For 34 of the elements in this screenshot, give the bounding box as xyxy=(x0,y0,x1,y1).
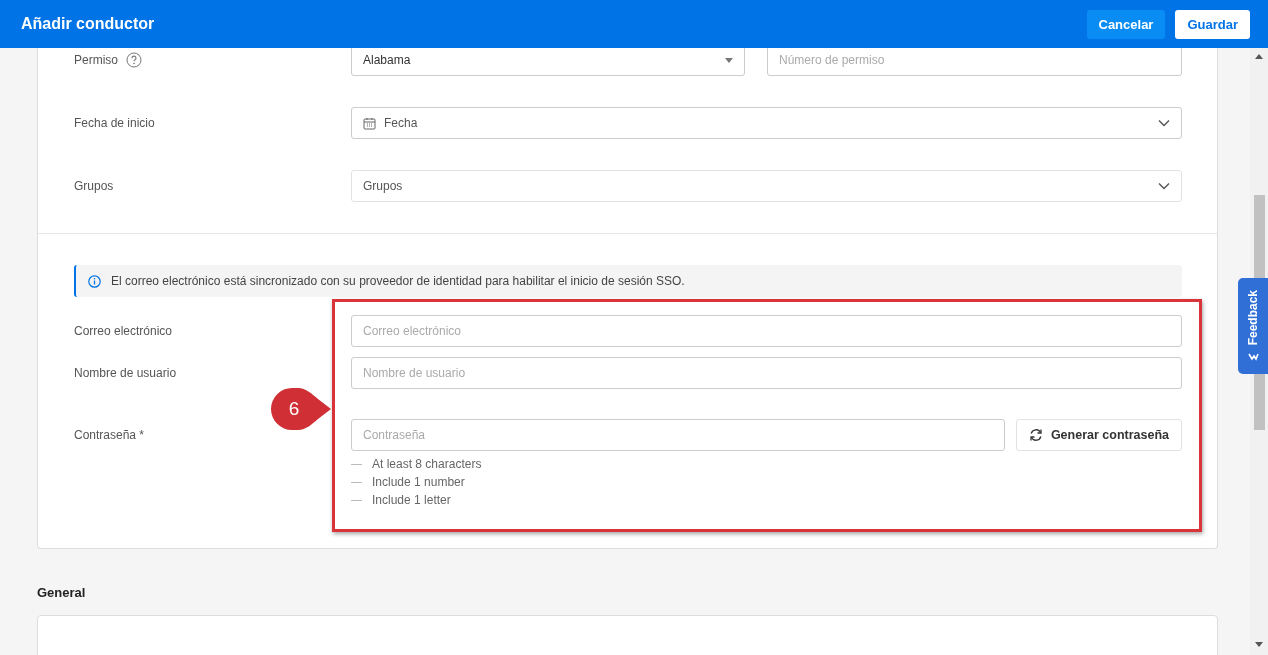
chevron-down-icon xyxy=(1158,182,1170,190)
info-icon xyxy=(88,274,101,288)
info-text: El correo electrónico está sincronizado con su proveedor de identidad para habilitar el inicio de sesión SSO. xyxy=(111,274,685,288)
section-title: General xyxy=(37,585,87,600)
scroll-down-icon[interactable] xyxy=(1255,642,1263,647)
date-picker[interactable]: Fecha xyxy=(351,107,1182,139)
field-label: Contraseña * xyxy=(74,427,146,444)
save-button[interactable]: Guardar xyxy=(1175,9,1250,39)
refresh-icon xyxy=(1028,428,1043,442)
field-label: Grupos xyxy=(74,179,114,193)
feedback-tab[interactable]: Feedback xyxy=(1238,278,1268,374)
password-field[interactable]: Contraseña xyxy=(351,419,1005,451)
help-icon[interactable] xyxy=(126,52,142,68)
scroll-up-icon[interactable] xyxy=(1255,54,1263,59)
license-number-field[interactable]: Número de permiso xyxy=(767,48,1182,76)
text-field[interactable]: Nombre de usuario xyxy=(351,357,1182,389)
field-label: Correo electrónico xyxy=(74,323,174,340)
calendar-icon xyxy=(363,116,376,130)
text-field[interactable]: Correo electrónico xyxy=(351,315,1182,347)
field-label: Permiso xyxy=(74,53,118,67)
state-select[interactable]: Alabama xyxy=(351,48,745,76)
scrollbar-thumb[interactable] xyxy=(1254,195,1265,278)
dialog-title: Añadir conductor xyxy=(21,15,156,33)
chevron-down-icon xyxy=(1158,119,1170,127)
callout-badge: 6 xyxy=(270,387,332,431)
scrollbar-thumb[interactable] xyxy=(1254,374,1265,430)
field-label: Fecha de inicio xyxy=(74,116,155,130)
generate-password-button[interactable]: Generar contraseña xyxy=(1015,419,1182,451)
password-requirement: Include 1 letter xyxy=(372,493,451,508)
field-label: Nombre de usuario xyxy=(74,365,178,382)
password-requirement: At least 8 characters xyxy=(372,457,482,472)
caret-icon xyxy=(725,57,733,63)
password-requirement: Include 1 number xyxy=(372,475,465,490)
groups-dropdown[interactable]: Grupos xyxy=(351,170,1182,202)
